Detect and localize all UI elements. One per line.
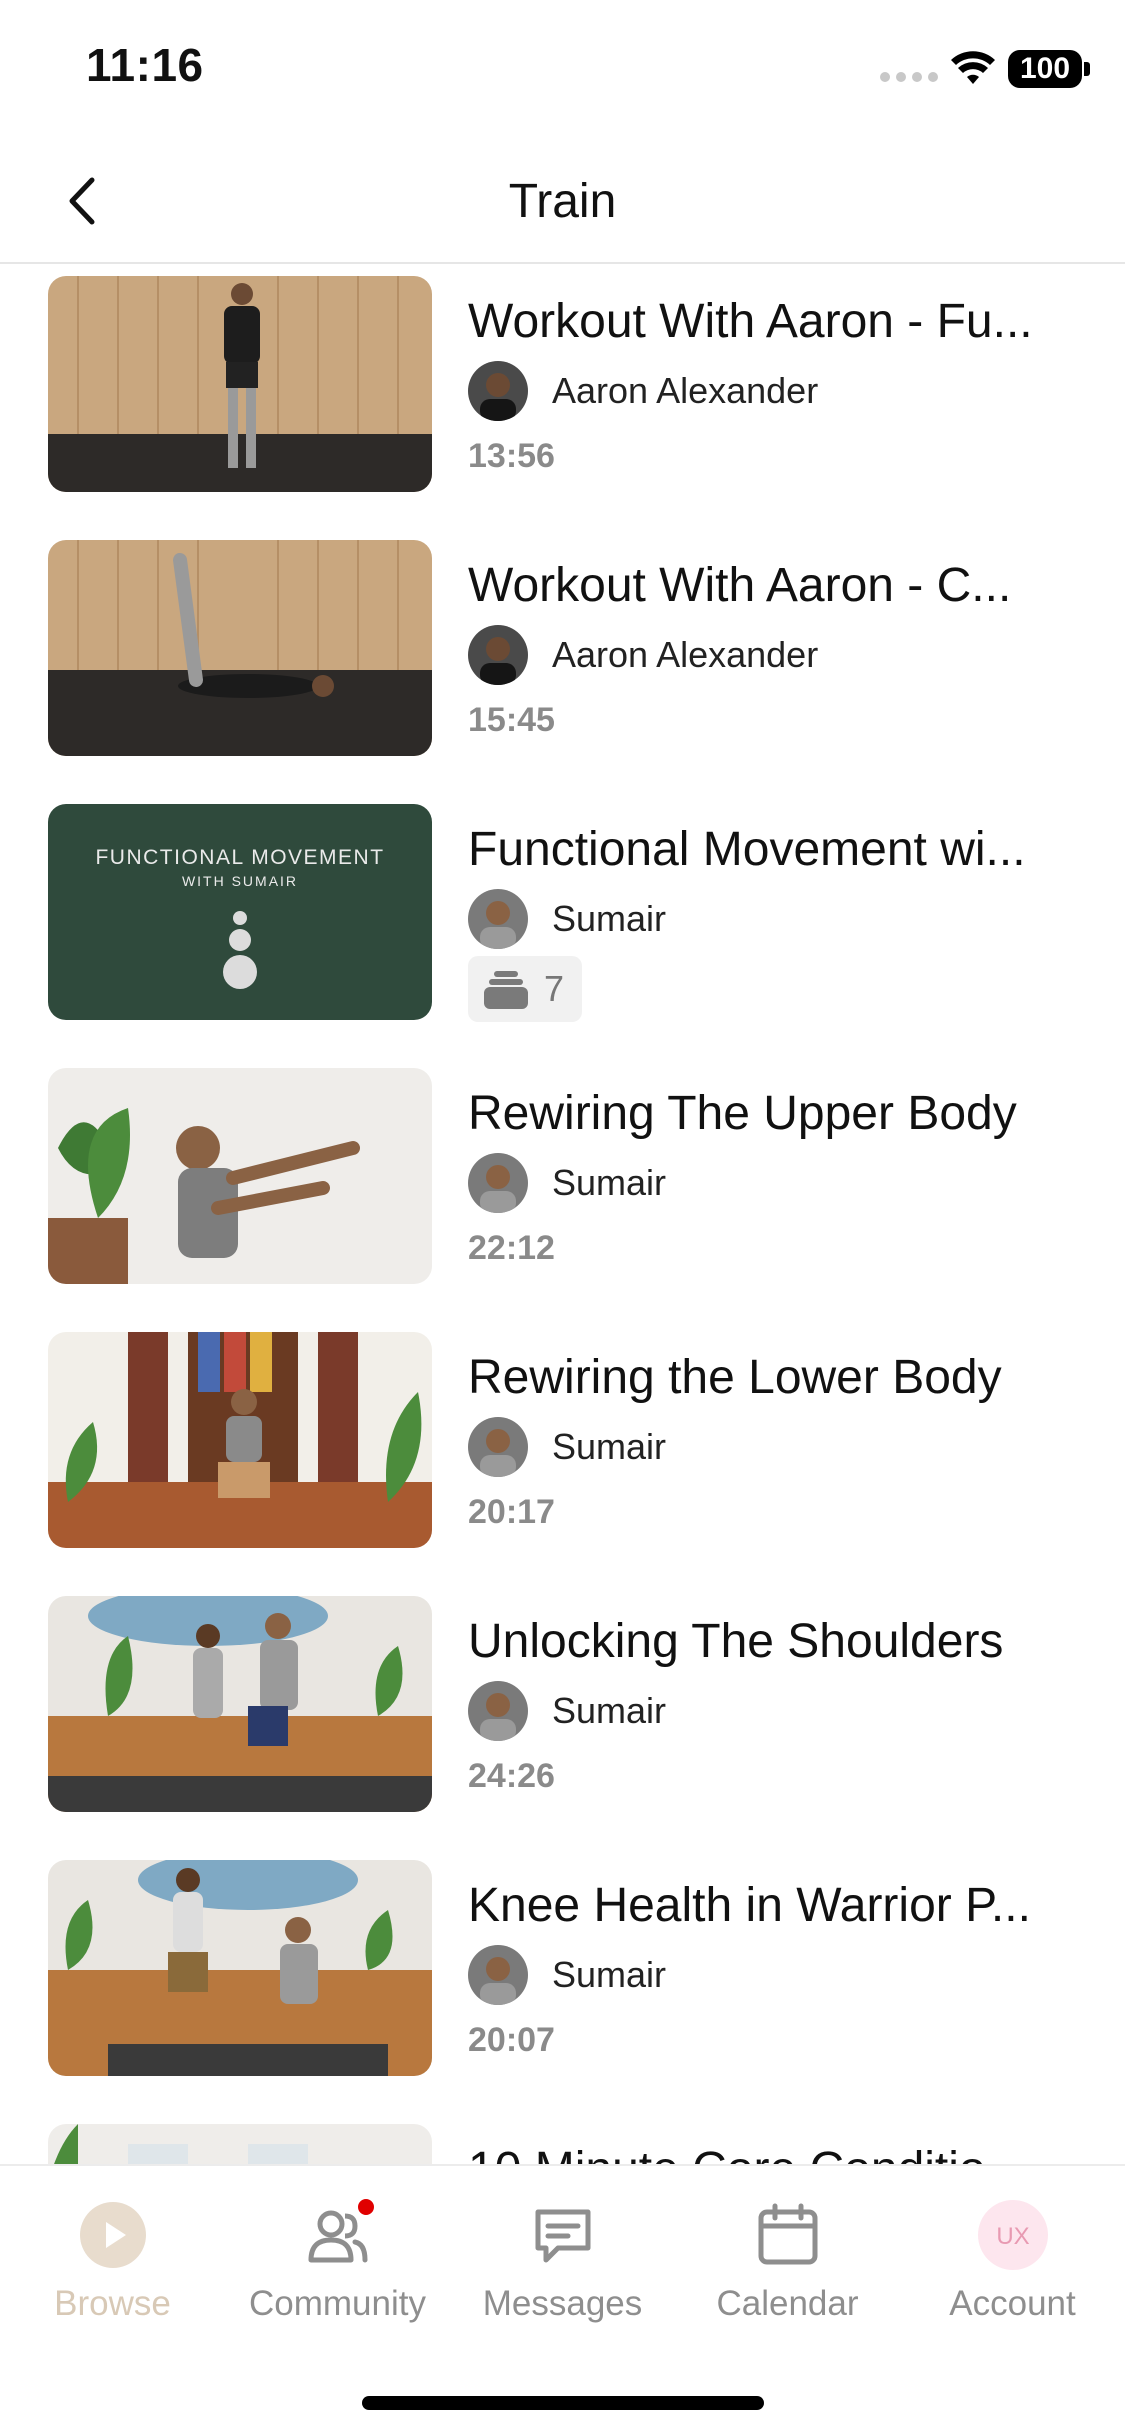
video-thumbnail[interactable] — [48, 2124, 432, 2164]
wifi-icon — [951, 51, 995, 84]
thumbnail-title: FUNCTIONAL MOVEMENT — [95, 846, 384, 869]
video-thumbnail[interactable] — [48, 276, 432, 492]
calendar-icon — [753, 2200, 823, 2270]
list-item[interactable]: Workout With Aaron - C... Aaron Alexande… — [0, 528, 1125, 792]
home-indicator[interactable] — [362, 2396, 764, 2410]
video-title[interactable]: Unlocking The Shoulders — [468, 1614, 1078, 1669]
message-icon — [528, 2200, 598, 2270]
app-screen: 11:16 100 Train Workout With Aaron - Fu.… — [0, 0, 1125, 2436]
collection-count-badge: 7 — [468, 956, 583, 1022]
author-row: Sumair — [468, 1945, 666, 2005]
avatar-initials: UX — [996, 2223, 1029, 2250]
collection-count: 7 — [544, 968, 565, 1009]
tab-label: Account — [949, 2284, 1076, 2323]
video-duration: 20:07 — [468, 2021, 555, 2059]
tab-bar: Browse Community Messages Calendar UX Ac… — [0, 2164, 1125, 2436]
author-row: Aaron Alexander — [468, 361, 818, 421]
avatar — [468, 889, 528, 949]
thumbnail-subtitle: WITH SUMAIR — [182, 873, 298, 889]
tab-calendar[interactable]: Calendar — [675, 2200, 900, 2360]
video-duration: 24:26 — [468, 1757, 555, 1795]
author-name: Aaron Alexander — [552, 370, 819, 411]
status-time: 11:16 — [86, 39, 204, 91]
author-row: Sumair — [468, 1417, 666, 1477]
video-thumbnail[interactable] — [48, 1596, 432, 1812]
video-thumbnail[interactable] — [48, 540, 432, 756]
author-name: Sumair — [552, 1690, 667, 1731]
list-item[interactable]: Rewiring the Lower Body Sumair 20:17 — [0, 1320, 1125, 1584]
author-name: Aaron Alexander — [552, 634, 819, 675]
tab-label: Browse — [54, 2284, 171, 2323]
avatar — [468, 361, 528, 421]
video-title[interactable]: Rewiring the Lower Body — [468, 1350, 1078, 1405]
play-icon — [78, 2200, 148, 2270]
author-row: Sumair — [468, 1681, 666, 1741]
video-thumbnail[interactable] — [48, 1068, 432, 1284]
tab-label: Messages — [482, 2284, 643, 2323]
video-list[interactable]: Workout With Aaron - Fu... Aaron Alexand… — [0, 264, 1125, 2164]
battery-tip — [1084, 62, 1090, 76]
tab-label: Community — [249, 2284, 426, 2323]
video-title[interactable]: Knee Health in Warrior P... — [468, 1878, 1078, 1933]
author-name: Sumair — [552, 1426, 667, 1467]
video-title[interactable]: Rewiring The Upper Body — [468, 1086, 1078, 1141]
tab-community[interactable]: Community — [225, 2196, 450, 2360]
video-title[interactable]: Workout With Aaron - Fu... — [468, 294, 1078, 349]
avatar — [468, 1945, 528, 2005]
video-thumbnail[interactable] — [48, 1332, 432, 1548]
battery-icon: 100 — [1008, 50, 1082, 88]
tab-label: Calendar — [716, 2284, 859, 2323]
avatar — [468, 1417, 528, 1477]
tab-browse[interactable]: Browse — [0, 2200, 225, 2360]
author-name: Sumair — [552, 1954, 667, 1995]
video-title[interactable]: 10 Minute Core Conditio... — [468, 2142, 1078, 2164]
video-duration: 22:12 — [468, 1229, 555, 1267]
list-item[interactable]: Rewiring The Upper Body Sumair 22:12 — [0, 1056, 1125, 1320]
tab-messages[interactable]: Messages — [450, 2200, 675, 2360]
avatar — [468, 1153, 528, 1213]
video-thumbnail[interactable]: FUNCTIONAL MOVEMENT WITH SUMAIR — [48, 804, 432, 1020]
video-duration: 20:17 — [468, 1493, 555, 1531]
list-item[interactable]: FUNCTIONAL MOVEMENT WITH SUMAIR Function… — [0, 792, 1125, 1056]
list-item[interactable]: Workout With Aaron - Fu... Aaron Alexand… — [0, 264, 1125, 528]
list-item[interactable]: Knee Health in Warrior P... Sumair 20:07 — [0, 1848, 1125, 2112]
video-title[interactable]: Workout With Aaron - C... — [468, 558, 1078, 613]
list-item[interactable]: 10 Minute Core Conditio... — [0, 2112, 1125, 2164]
video-duration: 13:56 — [468, 437, 555, 475]
video-thumbnail[interactable] — [48, 1860, 432, 2076]
account-avatar: UX — [977, 2200, 1048, 2270]
tab-account[interactable]: UX Account — [900, 2200, 1125, 2360]
page-title: Train — [508, 175, 617, 228]
author-name: Sumair — [552, 898, 667, 939]
video-title[interactable]: Functional Movement wi... — [468, 822, 1078, 877]
nav-header: Train — [0, 140, 1125, 264]
cellular-signal-icon — [880, 72, 938, 82]
author-row: Sumair — [468, 1153, 666, 1213]
notification-dot — [354, 2196, 377, 2218]
status-bar: 11:16 100 — [0, 0, 1125, 140]
avatar — [468, 625, 528, 685]
avatar — [468, 1681, 528, 1741]
stack-icon — [484, 971, 528, 1009]
video-duration: 15:45 — [468, 701, 555, 739]
author-row: Aaron Alexander — [468, 625, 818, 685]
author-name: Sumair — [552, 1162, 667, 1203]
list-item[interactable]: Unlocking The Shoulders Sumair 24:26 — [0, 1584, 1125, 1848]
users-icon — [303, 2196, 377, 2270]
author-row: Sumair — [468, 889, 666, 949]
